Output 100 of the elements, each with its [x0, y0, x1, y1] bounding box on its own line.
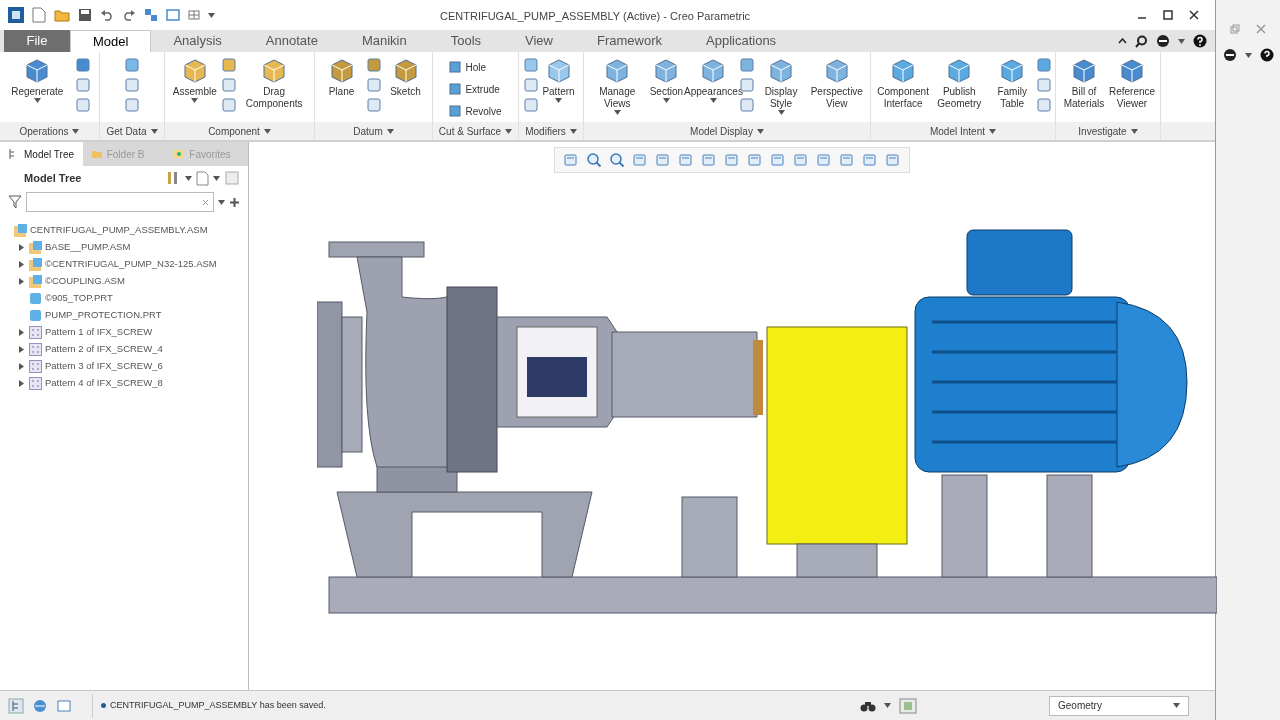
tile-icon[interactable] — [125, 58, 139, 72]
tile-icon[interactable] — [366, 58, 381, 72]
tree-item[interactable]: ©905_TOP.PRT — [0, 290, 248, 307]
tile-icon[interactable] — [523, 58, 538, 72]
group-label[interactable]: Investigate — [1056, 122, 1160, 140]
search-icon[interactable] — [1135, 34, 1148, 48]
tile-icon[interactable] — [222, 58, 237, 72]
maximize-icon[interactable] — [1163, 10, 1173, 20]
chevron-up-icon[interactable] — [1118, 38, 1127, 44]
caret-icon[interactable] — [213, 175, 220, 181]
group-label[interactable]: Get Data — [100, 122, 164, 140]
tile-icon[interactable] — [1037, 78, 1051, 92]
tile-icon[interactable] — [1037, 98, 1051, 112]
ribbon-button[interactable]: Display Style — [754, 56, 808, 115]
caret-icon — [150, 128, 158, 134]
group-label[interactable]: Cut & Surface — [433, 122, 518, 140]
expand-arrow-icon[interactable] — [18, 363, 24, 370]
ribbon-button[interactable]: Reference Viewer — [1108, 56, 1156, 110]
search-field[interactable] — [26, 192, 214, 212]
tree-toggle-icon[interactable] — [8, 697, 24, 714]
ribbon-button[interactable]: Appearances — [686, 56, 741, 103]
ribbon-button[interactable]: Regenerate — [9, 56, 66, 103]
app-icon[interactable] — [8, 7, 24, 23]
tree-item[interactable]: ©CENTRIFUGAL_PUMP_N32-125.ASM — [0, 256, 248, 273]
ribbon-button[interactable]: Assemble — [170, 56, 219, 103]
tree-item[interactable]: CENTRIFUGAL_PUMP_ASSEMBLY.ASM — [0, 222, 248, 239]
ribbon-button[interactable]: Manage Views — [588, 56, 647, 115]
restore-icon[interactable] — [1230, 24, 1240, 34]
expand-arrow-icon[interactable] — [18, 329, 24, 336]
group-label[interactable]: Model Display — [584, 122, 870, 140]
tree-item[interactable]: Pattern 1 of IFX_SCREW — [0, 324, 248, 341]
expand-arrow-icon[interactable] — [18, 261, 24, 268]
caret-icon[interactable] — [185, 175, 192, 181]
tile-icon[interactable] — [366, 78, 381, 92]
filter-icon[interactable] — [8, 195, 22, 209]
folder-icon[interactable] — [54, 8, 70, 22]
expand-arrow-icon[interactable] — [18, 278, 24, 285]
tree-item[interactable]: Pattern 2 of IFX_SCREW_4 — [0, 341, 248, 358]
group-label[interactable]: Operations — [0, 122, 99, 140]
tile-icon[interactable] — [366, 98, 381, 112]
tree-item[interactable]: Pattern 3 of IFX_SCREW_6 — [0, 358, 248, 375]
tile-icon[interactable] — [1037, 58, 1051, 72]
tile-icon[interactable] — [523, 78, 538, 92]
expand-arrow-icon[interactable] — [18, 346, 24, 353]
undo-icon[interactable] — [100, 9, 114, 21]
tree-item[interactable]: PUMP_PROTECTION.PRT — [0, 307, 248, 324]
group-label[interactable]: Modifiers — [519, 122, 583, 140]
ribbon-button[interactable]: Family Table — [987, 56, 1037, 110]
ribbon-button[interactable]: Plane — [321, 56, 362, 98]
tile-icon[interactable] — [75, 58, 90, 72]
redo-icon[interactable] — [122, 9, 136, 21]
selection-icon[interactable] — [899, 697, 917, 714]
pattern-icon — [29, 343, 42, 356]
tile-icon[interactable] — [740, 98, 755, 112]
expand-arrow-icon[interactable] — [18, 380, 24, 387]
caret-icon[interactable] — [1244, 52, 1252, 58]
ribbon-button[interactable]: Pattern — [538, 56, 579, 103]
ribbon-button[interactable]: Drag Components — [240, 56, 309, 110]
filter-dropdown[interactable]: Geometry — [1049, 695, 1189, 716]
ribbon-tab[interactable]: File — [4, 30, 70, 52]
tile-icon[interactable] — [125, 98, 139, 112]
ribbon-button[interactable]: Perspective View — [807, 56, 866, 110]
navigator-tab[interactable]: Model Tree — [0, 142, 83, 166]
caret-icon[interactable] — [218, 199, 225, 205]
save-icon[interactable] — [78, 8, 92, 22]
ribbon-button[interactable]: Revolve — [449, 100, 502, 122]
tile-icon[interactable] — [740, 58, 755, 72]
tree-item[interactable]: BASE__PUMP.ASM — [0, 239, 248, 256]
caret-icon[interactable] — [1178, 38, 1185, 44]
expand-arrow-icon[interactable] — [18, 244, 24, 251]
group-label[interactable]: Datum — [315, 122, 432, 140]
caret-icon[interactable] — [884, 703, 891, 708]
tree-item[interactable]: Pattern 4 of IFX_SCREW_8 — [0, 375, 248, 392]
group-label[interactable]: Model Intent — [871, 122, 1055, 140]
tile-icon[interactable] — [75, 98, 90, 112]
ribbon-button[interactable]: Publish Geometry — [931, 56, 988, 110]
zoom-out-icon[interactable] — [609, 152, 625, 168]
add-icon[interactable] — [229, 196, 240, 208]
help-icon[interactable] — [1259, 48, 1274, 62]
zoom-in-icon[interactable] — [586, 152, 602, 168]
ribbon-tab[interactable]: Model — [70, 30, 152, 52]
group-label[interactable]: Component — [165, 122, 314, 140]
tile-icon[interactable] — [125, 78, 139, 92]
ribbon-button[interactable]: Extrude — [449, 78, 502, 100]
new-file-icon[interactable] — [32, 7, 46, 23]
tile-icon[interactable] — [75, 78, 90, 92]
ribbon-button[interactable]: Bill of Materials — [1060, 56, 1108, 110]
tree-item[interactable]: ©COUPLING.ASM — [0, 273, 248, 290]
tile-icon[interactable] — [523, 98, 538, 112]
ribbon-button[interactable]: Sketch — [385, 56, 426, 98]
caret-icon[interactable] — [208, 12, 215, 18]
window-icon[interactable] — [56, 697, 72, 714]
window-icon[interactable] — [166, 8, 180, 22]
tile-icon[interactable] — [222, 78, 237, 92]
help-icon[interactable] — [1193, 34, 1207, 48]
close-icon[interactable] — [1189, 10, 1199, 20]
ribbon-button[interactable]: Component Interface — [875, 56, 932, 110]
tile-icon[interactable] — [222, 98, 237, 112]
ribbon-button[interactable]: Hole — [449, 56, 502, 78]
grid-icon[interactable] — [188, 9, 200, 21]
